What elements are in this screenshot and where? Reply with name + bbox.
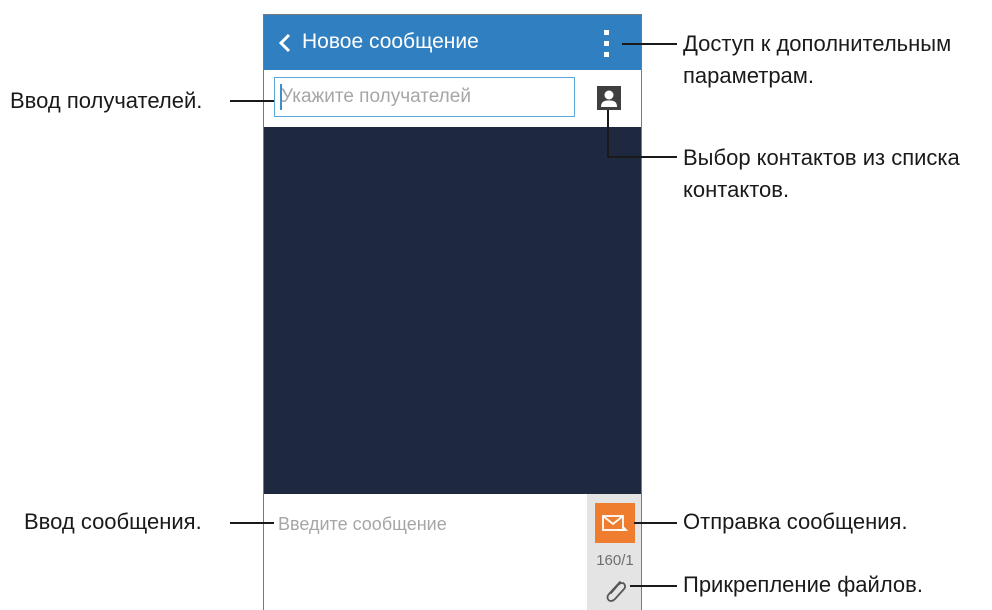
leader-line [630, 585, 677, 587]
envelope-icon [602, 515, 628, 531]
leader-line [230, 522, 274, 524]
text-cursor [280, 84, 282, 110]
app-bar: Новое сообщение [264, 15, 641, 70]
recipient-row: Укажите получателей [264, 70, 641, 127]
message-thread-area [264, 127, 641, 494]
paperclip-icon[interactable] [602, 576, 630, 606]
leader-line [230, 100, 274, 102]
recipient-placeholder: Укажите получателей [281, 86, 471, 107]
more-options-icon[interactable] [602, 29, 612, 59]
callout-contacts-line1: Выбор контактов из списка [683, 145, 960, 170]
callout-recipient-entry: Ввод получателей. [10, 88, 203, 113]
recipient-input[interactable]: Укажите получателей [274, 77, 575, 117]
back-arrow-icon[interactable] [276, 32, 296, 54]
contact-icon[interactable] [597, 86, 621, 110]
send-button[interactable] [595, 503, 635, 543]
page-title: Новое сообщение [302, 30, 479, 53]
leader-line [607, 156, 677, 158]
leader-line [622, 43, 677, 45]
leader-line [607, 110, 609, 158]
phone-screen: Новое сообщение Укажите получателей Введ… [263, 14, 642, 610]
callout-attach: Прикрепление файлов. [683, 572, 923, 597]
leader-line [634, 522, 677, 524]
compose-side-panel: 160/1 [587, 494, 641, 610]
callout-send: Отправка сообщения. [683, 509, 908, 534]
callout-more-options-line2: параметрам. [683, 63, 815, 88]
callout-message-entry: Ввод сообщения. [24, 509, 202, 534]
message-input[interactable]: Введите сообщение [278, 514, 447, 535]
callout-contacts-line2: контактов. [683, 177, 790, 202]
callout-more-options-line1: Доступ к дополнительным [683, 31, 952, 56]
character-counter: 160/1 [596, 552, 634, 569]
compose-area: Введите сообщение 160/1 [264, 494, 641, 610]
